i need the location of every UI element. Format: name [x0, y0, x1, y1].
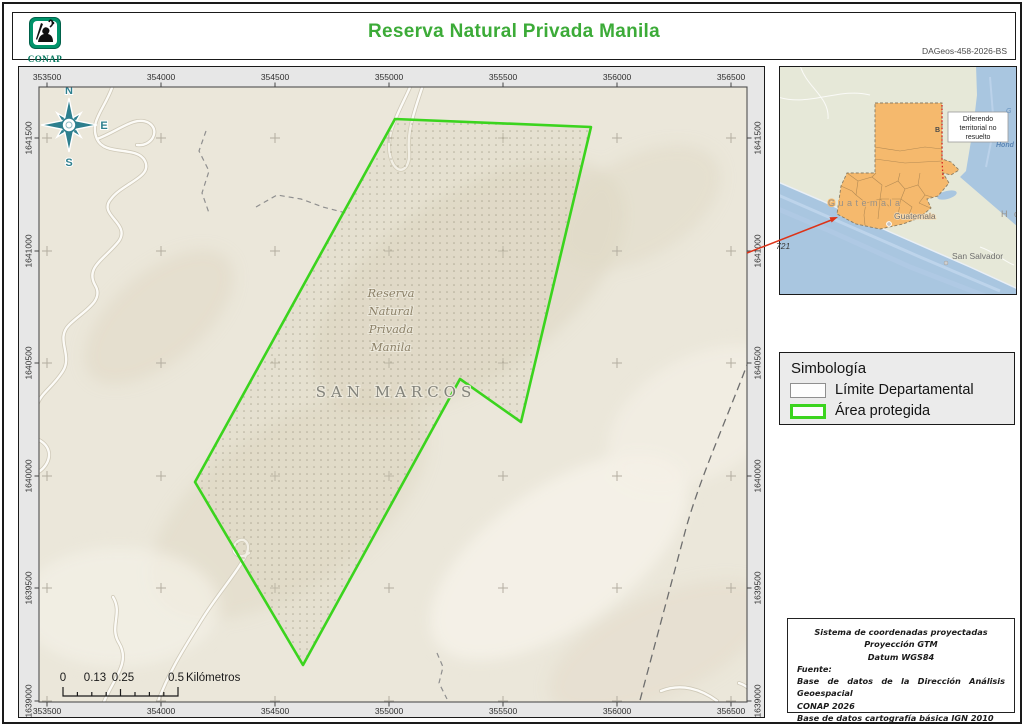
map-layout-page: CONAP Reserva Natural Privada Manila DAG… — [0, 0, 1024, 726]
page-title: Reserva Natural Privada Manila — [367, 21, 661, 42]
crs-line: Sistema de coordenadas proyectadas — [814, 627, 988, 637]
departmental-limit-swatch — [790, 382, 826, 398]
svg-text:Manila: Manila — [370, 340, 411, 354]
svg-text:Natural: Natural — [368, 304, 414, 318]
document-code: DAGeos-458-2026-BS — [921, 46, 1007, 56]
guatemala-country-label: Guatemala — [828, 198, 904, 208]
department-label: SAN MARCOS — [316, 383, 477, 401]
source-line-2: CONAP 2026 — [797, 700, 855, 711]
territorial-note-line1: Diferendo — [963, 116, 993, 123]
credits: Sistema de coordenadas proyectadas Proye… — [787, 618, 1015, 723]
honduras-label-fragment: H o — [1001, 209, 1016, 219]
x-coordinate-label-bottom: 354500 — [261, 706, 290, 716]
main-map-frame: Reserva Natural Privada Manila SAN MARCO… — [18, 66, 765, 718]
projection-line: Proyección GTM — [864, 639, 938, 650]
y-coordinate-label-left: 1641500 — [24, 121, 34, 154]
location-inset-map[interactable]: Diferendo territorial no resuelto B Guat… — [779, 66, 1017, 295]
y-coordinate-label-left: 1640000 — [24, 459, 34, 492]
territorial-note-line2: territorial no — [960, 125, 997, 132]
gulf-label-fragment-2: Hond — [996, 142, 1015, 149]
source-heading: Fuente: — [797, 663, 832, 674]
legend-item-limite: Límite Departamental — [790, 382, 1004, 398]
legend: Simbología Límite Departamental Área pro… — [779, 352, 1015, 425]
x-coordinate-label-top: 354500 — [261, 72, 290, 82]
x-coordinate-label-top: 356500 — [717, 72, 746, 82]
y-coordinate-label-right: 1639500 — [753, 571, 763, 604]
legend-title: Simbología — [791, 360, 867, 377]
y-coordinate-label-left: 1639000 — [24, 684, 34, 717]
guatemala-city-label: Guatemala — [894, 211, 936, 221]
conap-logo-text: CONAP — [27, 54, 63, 64]
x-coordinate-label-top: 355000 — [375, 72, 404, 82]
x-coordinate-label-bottom: 355500 — [489, 706, 518, 716]
gulf-label-fragment-1: G — [1006, 108, 1012, 115]
y-coordinate-label-left: 1640500 — [24, 346, 34, 379]
legend-item-label: Área protegida — [835, 403, 931, 419]
x-coordinate-label-top: 354000 — [147, 72, 176, 82]
x-coordinate-label-bottom: 356000 — [603, 706, 632, 716]
san-salvador-marker — [943, 260, 949, 266]
belize-label-fragment: B — [935, 127, 940, 134]
source-line-3: Base de datos cartografía básica IGN 201… — [797, 713, 994, 724]
svg-text:Privada: Privada — [368, 322, 414, 336]
y-coordinate-label-left: 1639500 — [24, 571, 34, 604]
header: CONAP Reserva Natural Privada Manila DAG… — [12, 12, 1016, 64]
guatemala-city-marker — [886, 221, 892, 227]
scale-label-013: 0.13 — [84, 672, 106, 684]
scale-label-0: 0 — [60, 672, 66, 684]
y-coordinate-label-right: 1641500 — [753, 121, 763, 154]
main-map-canvas[interactable]: Reserva Natural Privada Manila SAN MARCO… — [19, 67, 764, 718]
x-coordinate-label-bottom: 356500 — [717, 706, 746, 716]
y-coordinate-label-right: 1639000 — [753, 684, 763, 717]
protected-area-swatch — [790, 403, 826, 419]
x-coordinate-label-top: 355500 — [489, 72, 518, 82]
y-coordinate-label-left: 1641000 — [24, 234, 34, 267]
source-line-1: Base de datos de la Dirección Análisis G… — [797, 676, 1005, 699]
territorial-note: Diferendo territorial no resuelto — [947, 111, 1009, 143]
x-coordinate-label-bottom: 353500 — [33, 706, 62, 716]
territorial-note-line3: resuelto — [966, 134, 991, 141]
scale-label-05: 0.5 — [168, 672, 184, 684]
san-salvador-label: San Salvador — [952, 251, 1003, 261]
x-coordinate-label-top: 356000 — [603, 72, 632, 82]
datum-line: Datum WGS84 — [867, 651, 935, 662]
compass-south-label: S — [65, 157, 72, 169]
x-coordinate-label-bottom: 355000 — [375, 706, 404, 716]
scale-unit-label: Kilómetros — [186, 672, 241, 684]
x-coordinate-label-bottom: 354000 — [147, 706, 176, 716]
y-coordinate-label-right: 1640500 — [753, 346, 763, 379]
legend-item-label: Límite Departamental — [835, 382, 974, 398]
legend-item-area: Área protegida — [790, 403, 1004, 419]
y-coordinate-label-right: 1640000 — [753, 459, 763, 492]
compass-east-label: E — [100, 120, 107, 132]
x-coordinate-label-top: 353500 — [33, 72, 62, 82]
y-coordinate-label-right: 1641000 — [753, 234, 763, 267]
svg-text:Reserva: Reserva — [366, 286, 414, 300]
scale-label-025: 0.25 — [112, 672, 134, 684]
